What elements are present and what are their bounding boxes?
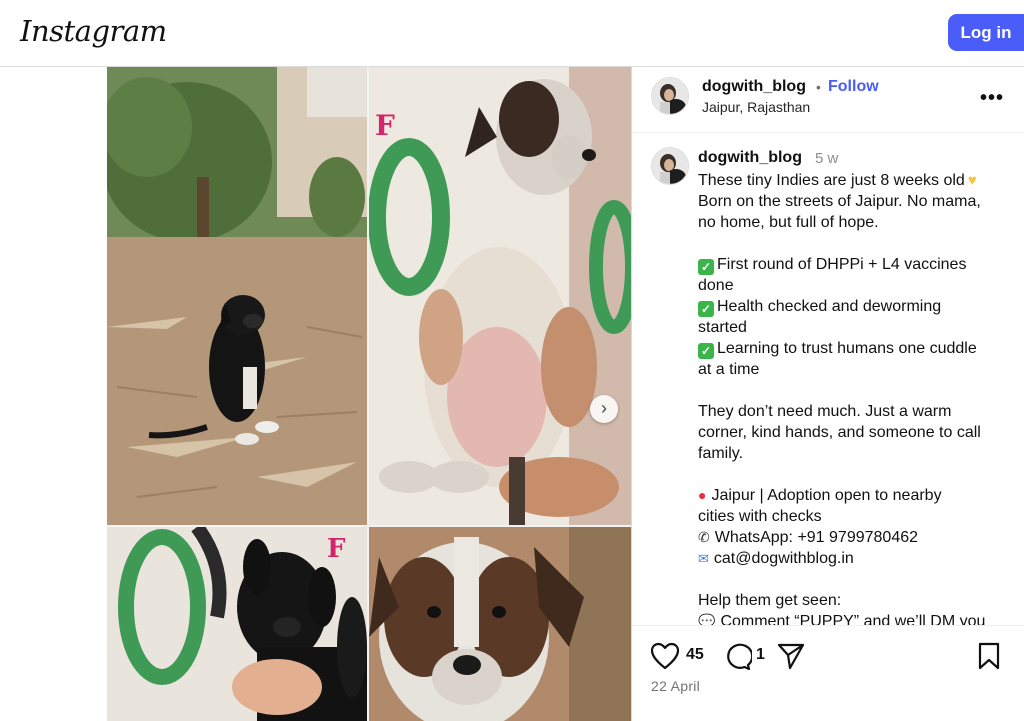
heart-icon[interactable] <box>650 642 680 675</box>
caption-line: cities with checks <box>698 508 822 525</box>
caption-line: at a time <box>698 361 760 378</box>
caption-line: started <box>698 319 747 336</box>
caption-line: ✓ Learning to trust humans one cuddle <box>698 338 1018 359</box>
post-header: dogwith_blog • Follow Jaipur, Rajasthan … <box>632 67 1024 133</box>
avatar[interactable] <box>651 147 689 185</box>
post-location[interactable]: Jaipur, Rajasthan <box>702 99 810 115</box>
yellow-heart-icon: ♥ <box>967 172 977 189</box>
caption-line: no home, but full of hope. <box>698 214 879 231</box>
caption-line-text: First round of DHPPi + L4 vaccines <box>717 256 967 273</box>
photo-black-puppy-sitting <box>107 67 367 525</box>
caption-line-text: cat@dogwithblog.in <box>713 550 854 567</box>
caption-line: family. <box>698 445 744 462</box>
photo-black-puppy-held: F <box>107 527 367 721</box>
post-actions-bar: 45 1 22 April <box>632 625 1024 721</box>
instagram-logo[interactable]: Instagram <box>20 14 167 48</box>
follow-button[interactable]: Follow <box>828 78 879 96</box>
caption-line: ✉ cat@dogwithblog.in <box>698 548 1018 569</box>
caption-line-text: Jaipur | Adoption open to nearby <box>711 487 942 504</box>
caption-section[interactable]: dogwith_blog 5 w These tiny Indies are j… <box>632 133 1024 625</box>
caption-line-text: WhatsApp: +91 9799780462 <box>714 529 919 546</box>
caption-line: corner, kind hands, and someone to call <box>698 424 981 441</box>
caption-line-text: Comment “PUPPY” and we’ll DM you <box>720 613 986 625</box>
chevron-right-icon: › <box>601 398 607 418</box>
check-mark-icon: ✓ <box>698 301 714 317</box>
top-bar: Instagram Log in <box>0 0 1024 67</box>
speech-bubble-icon: 💬 <box>698 613 716 625</box>
photo-spotted-puppy-held: F <box>369 67 631 525</box>
more-horizontal-icon[interactable]: ••• <box>980 87 1004 110</box>
letter-f-label: F <box>327 534 346 564</box>
separator-dot: • <box>816 79 821 95</box>
caption-line: ✆ WhatsApp: +91 9799780462 <box>698 527 1018 548</box>
email-icon: ✉ <box>698 551 709 566</box>
letter-f-label: F <box>375 109 395 142</box>
comment-count[interactable]: 1 <box>756 646 765 664</box>
location-pin-icon: ● <box>698 487 707 503</box>
caption-age: 5 w <box>815 150 839 167</box>
post-media-carousel[interactable]: F F › <box>107 67 631 721</box>
caption-line: Born on the streets of Jaipur. No mama, <box>698 193 981 210</box>
post-username[interactable]: dogwith_blog <box>702 78 806 96</box>
caption-username[interactable]: dogwith_blog <box>698 149 802 167</box>
post-side-panel: dogwith_blog • Follow Jaipur, Rajasthan … <box>631 67 1024 721</box>
caption-line: done <box>698 277 734 294</box>
caption-line: 💬 Comment “PUPPY” and we’ll DM you <box>698 611 1018 625</box>
avatar[interactable] <box>651 77 689 115</box>
caption-line: ✓ First round of DHPPi + L4 vaccines <box>698 254 1018 275</box>
caption-line: ✓ Health checked and deworming <box>698 296 1018 317</box>
caption-line: They don’t need much. Just a warm <box>698 403 952 420</box>
login-button[interactable]: Log in <box>948 14 1024 51</box>
bookmark-icon[interactable] <box>976 642 1002 675</box>
comment-icon[interactable] <box>722 642 754 675</box>
phone-icon: ✆ <box>698 529 710 545</box>
share-paper-plane-icon[interactable] <box>776 642 806 675</box>
check-mark-icon: ✓ <box>698 259 714 275</box>
caption-line-text: Learning to trust humans one cuddle <box>717 340 977 357</box>
caption-line-text: Health checked and deworming <box>717 298 942 315</box>
carousel-next-button[interactable]: › <box>590 395 618 423</box>
caption-line: These tiny Indies are just 8 weeks old ♥ <box>698 170 1018 191</box>
photo-puppy-face-closeup <box>369 527 631 721</box>
post-date[interactable]: 22 April <box>651 678 700 694</box>
caption-text: These tiny Indies are just 8 weeks old ♥ … <box>698 170 1018 625</box>
caption-line: ● Jaipur | Adoption open to nearby <box>698 485 1018 506</box>
like-count[interactable]: 45 <box>686 646 704 664</box>
caption-line-text: These tiny Indies are just 8 weeks old <box>698 172 965 189</box>
caption-line: Help them get seen: <box>698 592 842 609</box>
check-mark-icon: ✓ <box>698 343 714 359</box>
